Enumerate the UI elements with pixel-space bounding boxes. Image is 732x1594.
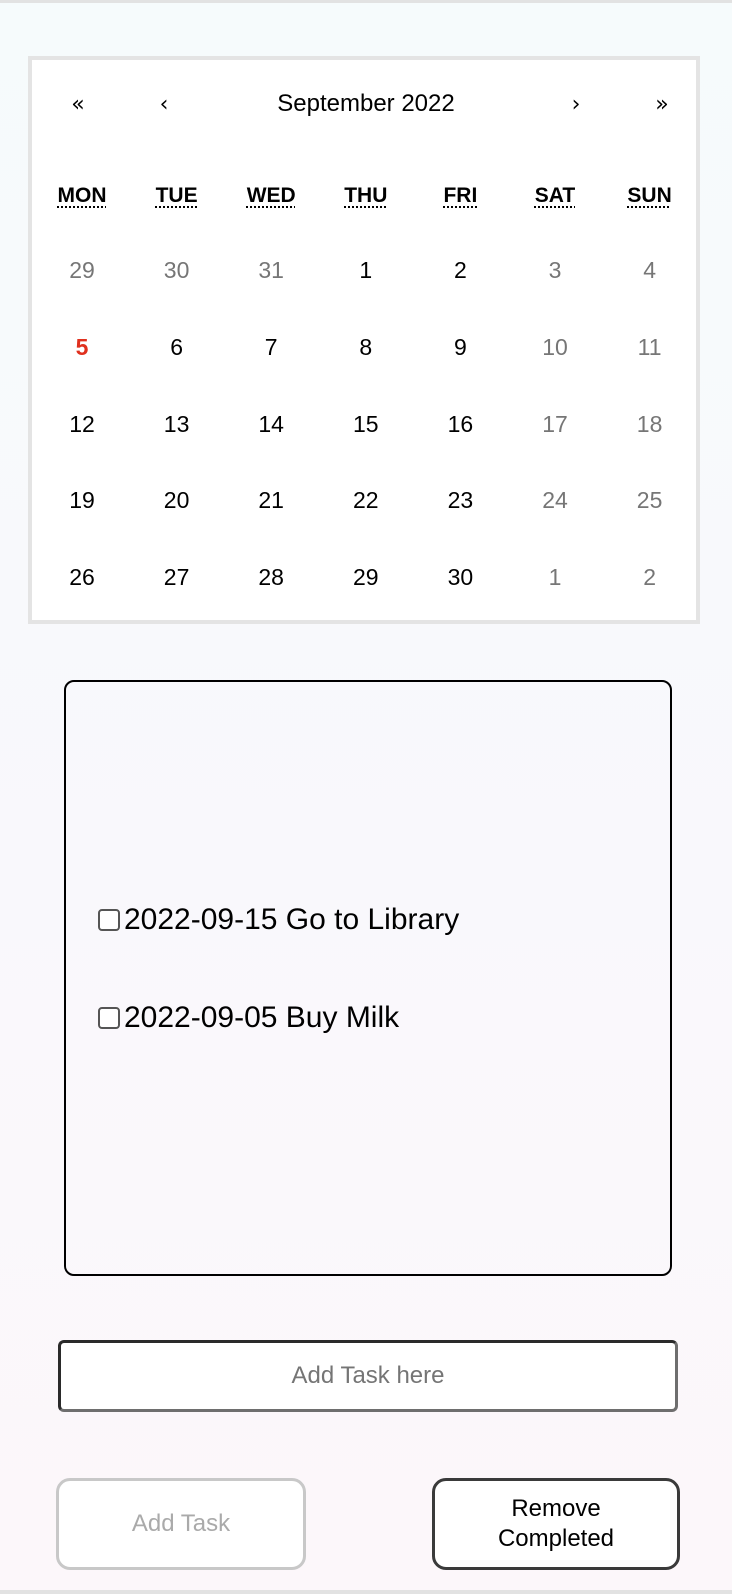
calendar-day[interactable]: 30: [412, 547, 508, 607]
calendar-day[interactable]: 23: [412, 470, 508, 530]
calendar-day[interactable]: 8: [318, 317, 414, 377]
task-checkbox[interactable]: [98, 1007, 120, 1029]
weekday-0: MON: [34, 184, 130, 208]
month-label[interactable]: September 2022: [200, 84, 532, 124]
calendar-day[interactable]: 30: [129, 240, 225, 300]
weekday-label: WED: [246, 184, 296, 207]
calendar-navigation: « ‹ September 2022 › »: [32, 60, 696, 152]
add-task-label: Add Task: [131, 1510, 231, 1537]
calendar-day[interactable]: 29: [34, 240, 130, 300]
calendar-day[interactable]: 22: [318, 470, 414, 530]
next-month-button[interactable]: ›: [546, 84, 606, 124]
calendar-day[interactable]: 4: [602, 240, 698, 300]
top-divider: [0, 0, 732, 3]
weekday-1: TUE: [129, 184, 225, 208]
calendar-day[interactable]: 7: [223, 317, 319, 377]
calendar-day[interactable]: 13: [129, 394, 225, 454]
calendar-day[interactable]: 26: [34, 547, 130, 607]
calendar: « ‹ September 2022 › » MON TUE WED THU FRI SA…: [28, 56, 700, 624]
calendar-day[interactable]: 1: [507, 547, 603, 607]
calendar-day[interactable]: 2: [412, 240, 508, 300]
task-text: 2022-09-15 Go to Library: [124, 903, 460, 936]
calendar-day[interactable]: 18: [602, 394, 698, 454]
weekday-label: SUN: [627, 184, 672, 207]
remove-completed-label-line2: Completed: [497, 1525, 615, 1552]
calendar-day[interactable]: 10: [507, 317, 603, 377]
calendar-day[interactable]: 31: [223, 240, 319, 300]
calendar-day[interactable]: 1: [318, 240, 414, 300]
calendar-day[interactable]: 14: [223, 394, 319, 454]
calendar-day[interactable]: 21: [223, 470, 319, 530]
calendar-day[interactable]: 16: [412, 394, 508, 454]
weekday-5: SAT: [507, 184, 603, 208]
task-list: 2022-09-15 Go to Library 2022-09-05 Buy M…: [64, 680, 672, 1276]
prev-month-button[interactable]: ‹: [134, 84, 194, 124]
calendar-day[interactable]: 24: [507, 470, 603, 530]
weekday-6: SUN: [602, 184, 698, 208]
calendar-day[interactable]: 25: [602, 470, 698, 530]
weekday-header: MON TUE WED THU FRI SAT SUN: [32, 184, 696, 224]
calendar-day[interactable]: 29: [318, 547, 414, 607]
calendar-day[interactable]: 11: [602, 317, 698, 377]
calendar-day[interactable]: 3: [507, 240, 603, 300]
weekday-label: TUE: [155, 184, 198, 207]
remove-completed-button[interactable]: Remove Completed: [432, 1478, 680, 1570]
remove-completed-label-line1: Remove: [511, 1495, 601, 1522]
calendar-day[interactable]: 19: [34, 470, 130, 530]
prev-year-button[interactable]: «: [48, 84, 108, 124]
task-checkbox[interactable]: [98, 909, 120, 931]
add-task-button[interactable]: Add Task: [56, 1478, 306, 1570]
task-text: 2022-09-05 Buy Milk: [124, 1001, 400, 1034]
calendar-day[interactable]: 9: [412, 317, 508, 377]
task-item: 2022-09-15 Go to Library: [98, 900, 459, 940]
weekday-label: MON: [57, 184, 107, 207]
calendar-day[interactable]: 28: [223, 547, 319, 607]
weekday-label: FRI: [443, 184, 478, 207]
add-task-input[interactable]: [58, 1340, 678, 1412]
weekday-label: SAT: [534, 184, 576, 207]
calendar-day[interactable]: 15: [318, 394, 414, 454]
task-item: 2022-09-05 Buy Milk: [98, 998, 399, 1038]
weekday-label: THU: [344, 184, 388, 207]
weekday-4: FRI: [412, 184, 508, 208]
calendar-day[interactable]: 6: [129, 317, 225, 377]
calendar-day[interactable]: 20: [129, 470, 225, 530]
bottom-divider: [0, 1590, 732, 1594]
weekday-2: WED: [223, 184, 319, 208]
calendar-day[interactable]: 2: [602, 547, 698, 607]
weekday-3: THU: [318, 184, 414, 208]
calendar-day-today[interactable]: 5: [34, 317, 130, 377]
next-year-button[interactable]: »: [632, 84, 692, 124]
calendar-day[interactable]: 27: [129, 547, 225, 607]
calendar-day[interactable]: 12: [34, 394, 130, 454]
calendar-day[interactable]: 17: [507, 394, 603, 454]
